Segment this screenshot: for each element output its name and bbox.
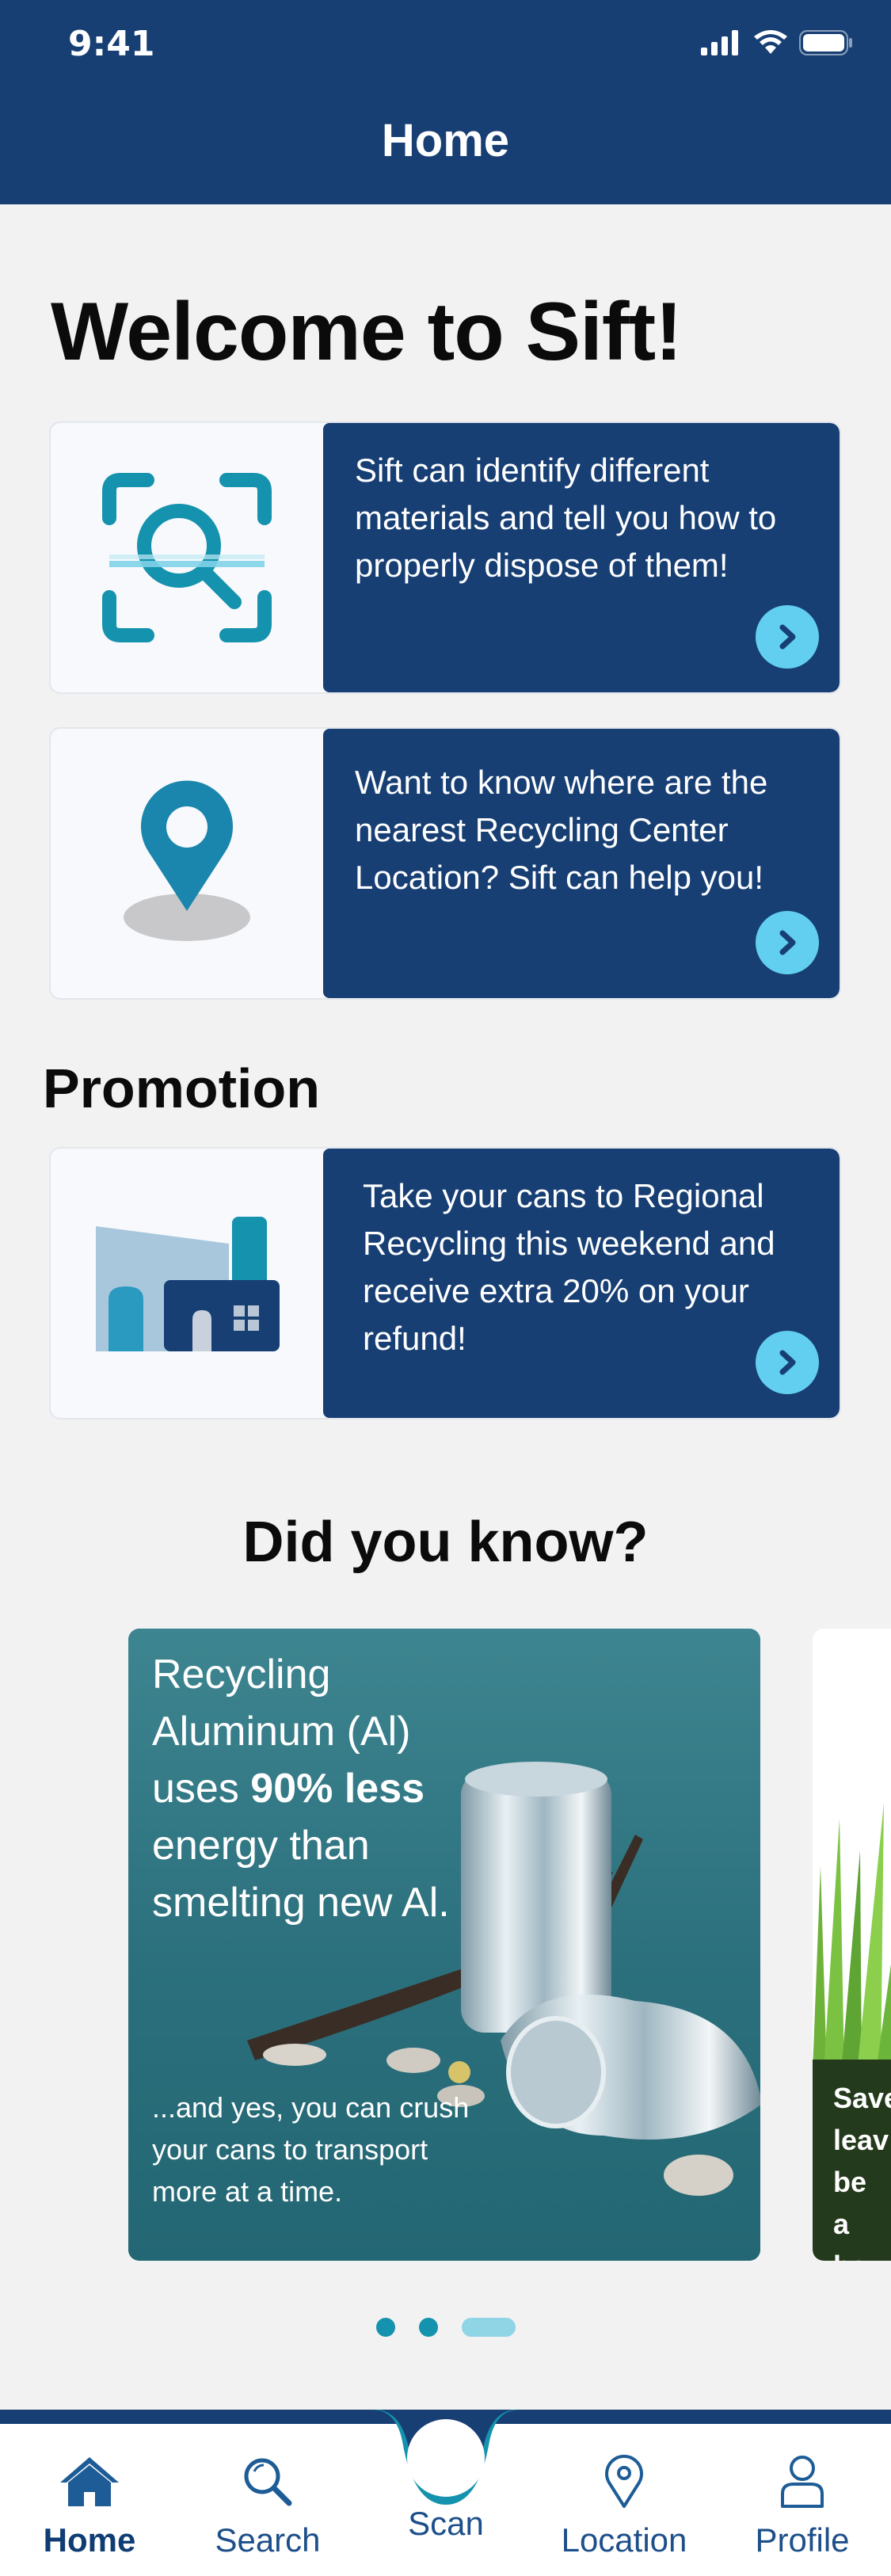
battery-icon bbox=[799, 30, 852, 55]
tab-scan[interactable]: Scan bbox=[371, 2419, 521, 2543]
card-text-panel: Want to know where are the nearest Recyc… bbox=[323, 729, 840, 998]
status-time: 9:41 bbox=[68, 24, 155, 64]
card-icon-area bbox=[51, 423, 323, 692]
promotion-card[interactable]: Take your cans to Regional Recycling thi… bbox=[49, 1147, 841, 1419]
did-you-know-title: Did you know? bbox=[242, 1511, 649, 1574]
chevron-right-icon bbox=[779, 1350, 796, 1375]
profile-icon bbox=[781, 2456, 824, 2508]
card-icon-area bbox=[51, 1149, 323, 1418]
tab-bar: Home Search Scan Location Profile bbox=[0, 2410, 891, 2576]
promotion-title: Promotion bbox=[43, 1057, 320, 1119]
pagination-dot[interactable] bbox=[418, 2318, 438, 2337]
fact-card[interactable]: Recycling Aluminum (Al) uses 90% less en… bbox=[128, 1629, 760, 2261]
next-fact-card[interactable]: Save leav be a be u bbox=[813, 1629, 891, 2261]
scan-card-arrow-button[interactable] bbox=[756, 605, 819, 669]
carousel-pagination bbox=[0, 2318, 891, 2337]
tab-label: Scan bbox=[408, 2505, 484, 2542]
pagination-dot-active[interactable] bbox=[461, 2318, 516, 2337]
tab-home[interactable]: Home bbox=[14, 2454, 165, 2559]
tab-label: Profile bbox=[755, 2521, 850, 2559]
scan-button-icon[interactable] bbox=[407, 2419, 485, 2497]
tab-label: Search bbox=[215, 2521, 321, 2559]
card-text-panel: Take your cans to Regional Recycling thi… bbox=[323, 1149, 840, 1418]
location-feature-card[interactable]: Want to know where are the nearest Recyc… bbox=[49, 727, 841, 1000]
recycling-factory-icon bbox=[96, 1217, 280, 1351]
page-title: Home bbox=[381, 115, 510, 166]
tab-profile[interactable]: Profile bbox=[727, 2454, 878, 2559]
tab-label: Location bbox=[561, 2521, 687, 2559]
welcome-title: Welcome to Sift! bbox=[51, 286, 683, 378]
chevron-right-icon bbox=[779, 624, 796, 650]
status-bar: 9:41 bbox=[0, 0, 891, 87]
navigation-bar: Home bbox=[0, 87, 891, 204]
tab-label: Home bbox=[43, 2521, 136, 2559]
signal-icon bbox=[701, 30, 738, 55]
card-description: Sift can identify different materials an… bbox=[355, 452, 777, 584]
pagination-dot[interactable] bbox=[375, 2318, 395, 2337]
location-card-arrow-button[interactable] bbox=[756, 911, 819, 974]
card-icon-area bbox=[51, 729, 323, 998]
promotion-card-arrow-button[interactable] bbox=[756, 1331, 819, 1394]
search-icon bbox=[244, 2458, 292, 2506]
fact-headline: Recycling Aluminum (Al) uses 90% less en… bbox=[152, 1652, 450, 1926]
next-card-caption: Save leav be a be u bbox=[833, 2082, 891, 2261]
fact-highlight: 90% less bbox=[250, 1766, 425, 1812]
scan-feature-card[interactable]: Sift can identify different materials an… bbox=[49, 421, 841, 694]
fact-footnote: ...and yes, you can crush your cans to t… bbox=[152, 2091, 470, 2208]
status-icons bbox=[701, 30, 853, 55]
map-pin-icon bbox=[124, 780, 250, 941]
card-description: Want to know where are the nearest Recyc… bbox=[355, 764, 768, 896]
location-pin-icon bbox=[605, 2454, 643, 2508]
card-description: Take your cans to Regional Recycling thi… bbox=[363, 1177, 775, 1357]
home-icon bbox=[60, 2457, 119, 2506]
card-text-panel: Sift can identify different materials an… bbox=[323, 423, 840, 692]
wifi-icon bbox=[754, 30, 787, 54]
tab-location[interactable]: Location bbox=[549, 2454, 699, 2559]
tab-search[interactable]: Search bbox=[192, 2454, 343, 2559]
scan-search-icon bbox=[102, 473, 272, 642]
chevron-right-icon bbox=[779, 930, 796, 955]
